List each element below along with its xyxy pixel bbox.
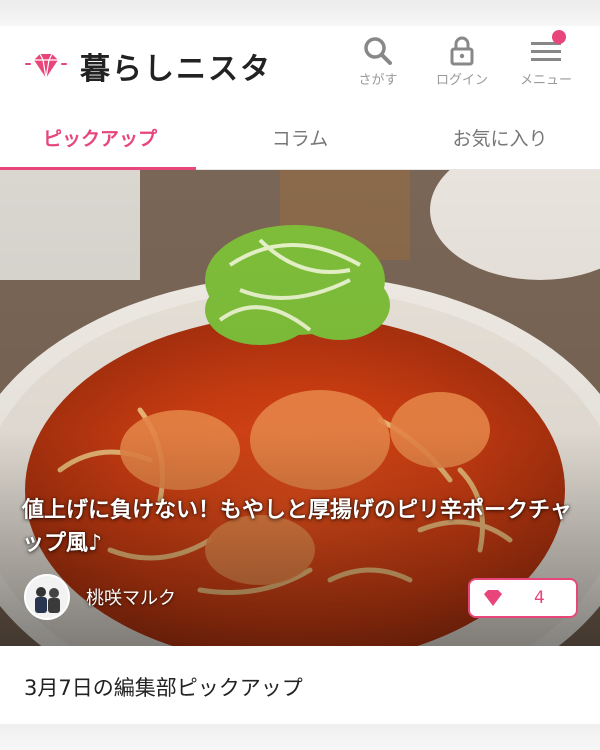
article-title: 値上げに負けない！もやしと厚揚げのピリ辛ポークチャップ風♪ bbox=[22, 498, 572, 556]
tab-favorites[interactable]: お気に入り bbox=[400, 104, 600, 170]
featured-article[interactable]: 値上げに負けない！もやしと厚揚げのピリ辛ポークチャップ風♪ 桃咲マルク 4 bbox=[0, 170, 600, 646]
search-label: さがす bbox=[358, 73, 398, 88]
bottom-strip bbox=[0, 724, 600, 750]
avatar-image bbox=[26, 576, 68, 618]
tab-pickup[interactable]: ピックアップ bbox=[0, 104, 200, 171]
author[interactable]: 桃咲マルク bbox=[24, 574, 176, 620]
search-icon bbox=[364, 37, 392, 65]
menu-label: メニュー bbox=[520, 73, 573, 88]
author-name: 桃咲マルク bbox=[86, 588, 176, 609]
lock-icon bbox=[450, 36, 474, 66]
like-count: 4 bbox=[534, 588, 545, 608]
login-label: ログイン bbox=[436, 73, 489, 88]
logo[interactable]: 暮らしニスタ bbox=[24, 44, 272, 88]
pickup-section: 3月7日の編集部ピックアップ bbox=[0, 646, 600, 724]
tab-column[interactable]: コラム bbox=[200, 104, 400, 170]
diamond-icon bbox=[484, 590, 502, 606]
search-button[interactable]: さがす bbox=[358, 34, 398, 88]
section-title: 3月7日の編集部ピックアップ bbox=[24, 676, 303, 700]
notification-dot bbox=[552, 30, 566, 44]
login-button[interactable]: ログイン bbox=[436, 34, 488, 88]
app-header: 暮らしニスタ さがす ログイン メニュー bbox=[0, 26, 600, 104]
top-strip bbox=[0, 0, 600, 26]
brand-name: 暮らしニスタ bbox=[80, 52, 272, 87]
tab-bar: ピックアップ コラム お気に入り bbox=[0, 104, 600, 171]
avatar bbox=[24, 574, 70, 620]
menu-button[interactable]: メニュー bbox=[520, 30, 573, 88]
like-button[interactable]: 4 bbox=[468, 578, 578, 618]
diamond-icon bbox=[25, 53, 67, 79]
